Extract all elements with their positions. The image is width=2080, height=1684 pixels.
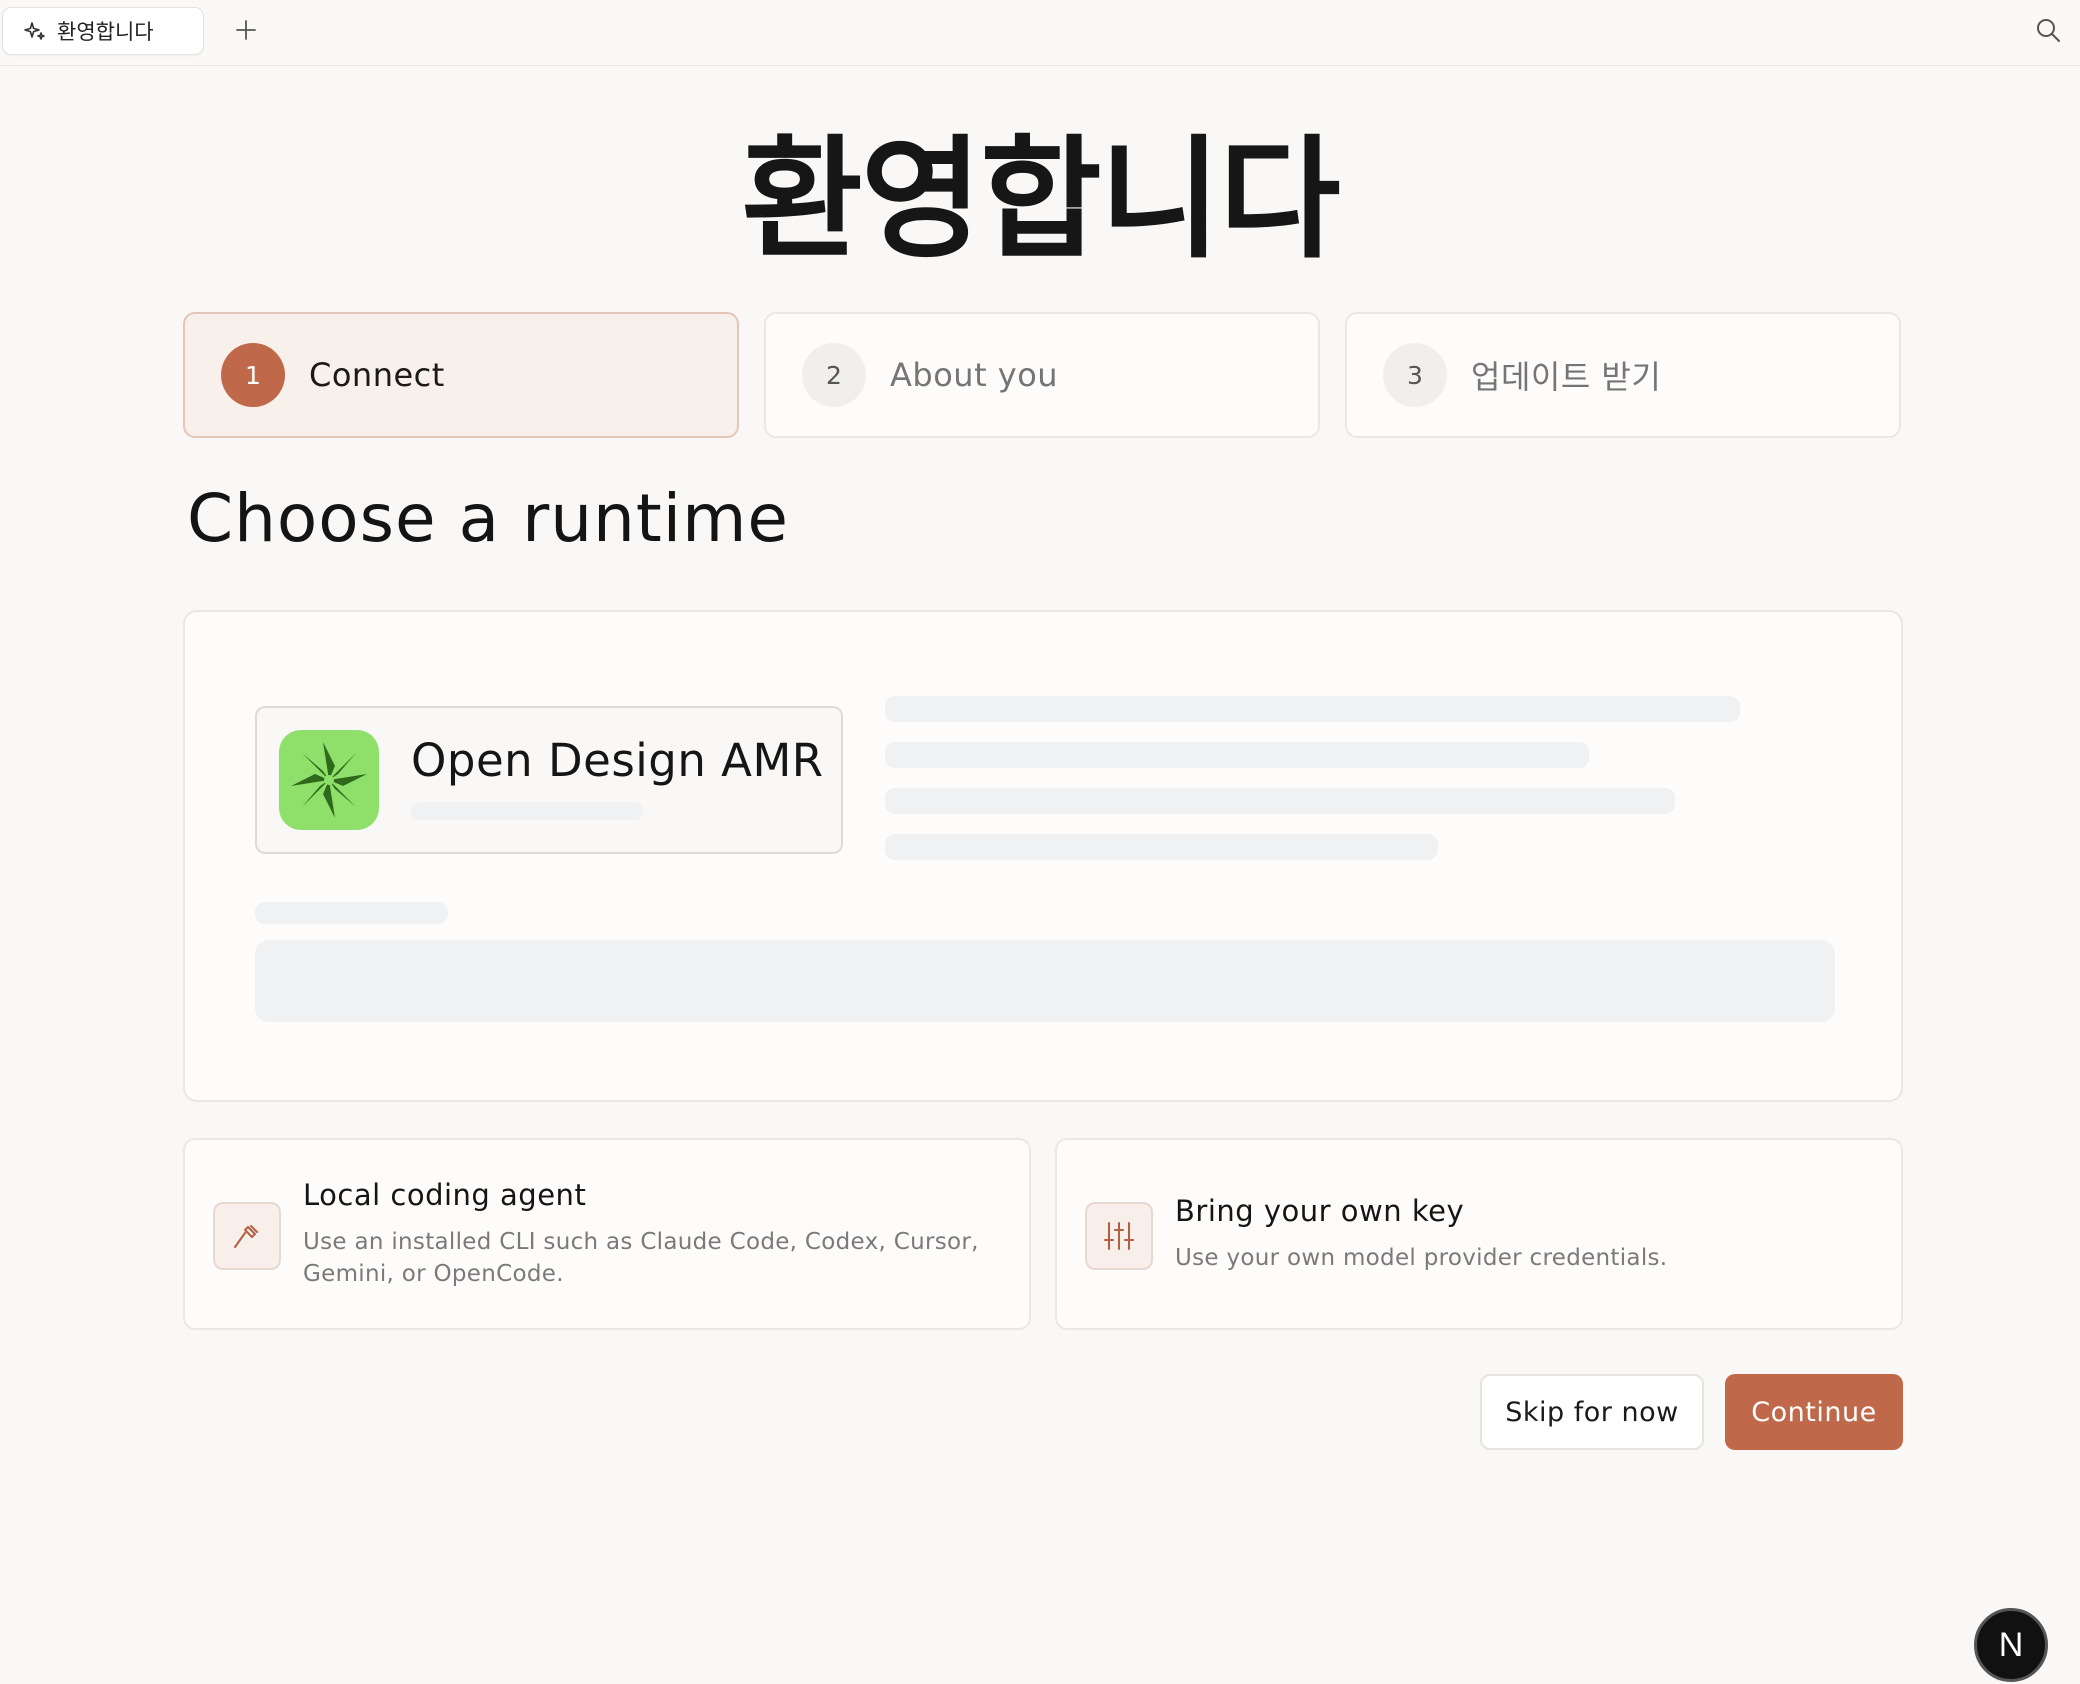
- new-tab-button[interactable]: [230, 14, 262, 50]
- step-about-you[interactable]: 2 About you: [764, 312, 1320, 438]
- search-button[interactable]: [2030, 14, 2066, 50]
- search-icon: [2035, 17, 2061, 47]
- step-get-updates[interactable]: 3 업데이트 받기: [1345, 312, 1901, 438]
- open-design-logo: [279, 730, 379, 830]
- step-connect[interactable]: 1 Connect: [183, 312, 739, 438]
- tab-welcome[interactable]: 환영합니다: [2, 7, 204, 55]
- option-title: Bring your own key: [1175, 1194, 1465, 1228]
- option-description: Use your own model provider credentials.: [1175, 1245, 1668, 1271]
- sliders-icon: [1085, 1202, 1153, 1270]
- step-label: About you: [890, 356, 1059, 394]
- step-label: 업데이트 받기: [1471, 358, 1662, 396]
- option-bring-your-own-key[interactable]: Bring your own key Use your own model pr…: [1055, 1138, 1903, 1330]
- skip-button[interactable]: Skip for now: [1480, 1374, 1704, 1450]
- plus-icon: [235, 19, 257, 45]
- step-number: 3: [1383, 343, 1447, 407]
- runtime-card: Open Design AMR: [183, 610, 1903, 1102]
- step-number: 2: [802, 343, 866, 407]
- hammer-icon: [213, 1202, 281, 1270]
- skeleton-line: [411, 802, 643, 820]
- section-heading: Choose a runtime: [187, 480, 789, 557]
- step-number: 1: [221, 343, 285, 407]
- skeleton-line: [885, 742, 1589, 768]
- runtime-name: Open Design AMR: [411, 734, 824, 787]
- option-local-coding-agent[interactable]: Local coding agent Use an installed CLI …: [183, 1138, 1031, 1330]
- continue-button[interactable]: Continue: [1725, 1374, 1903, 1450]
- option-description: Use an installed CLI such as Claude Code…: [303, 1229, 979, 1287]
- step-label: Connect: [309, 356, 445, 394]
- runtime-option-open-design[interactable]: Open Design AMR: [255, 706, 843, 854]
- skeleton-line: [885, 788, 1675, 814]
- sparkle-icon: [23, 19, 47, 43]
- top-bar: 환영합니다: [0, 0, 2080, 66]
- skeleton-block: [255, 940, 1835, 1022]
- tab-label: 환영합니다: [57, 20, 154, 44]
- fab-label: N: [1998, 1625, 2024, 1664]
- assistant-fab[interactable]: N: [1974, 1608, 2048, 1682]
- skeleton-line: [885, 834, 1438, 860]
- skeleton-line: [885, 696, 1740, 722]
- option-title: Local coding agent: [303, 1178, 587, 1212]
- skeleton-line: [255, 902, 448, 924]
- page-title: 환영합니다: [741, 123, 1340, 277]
